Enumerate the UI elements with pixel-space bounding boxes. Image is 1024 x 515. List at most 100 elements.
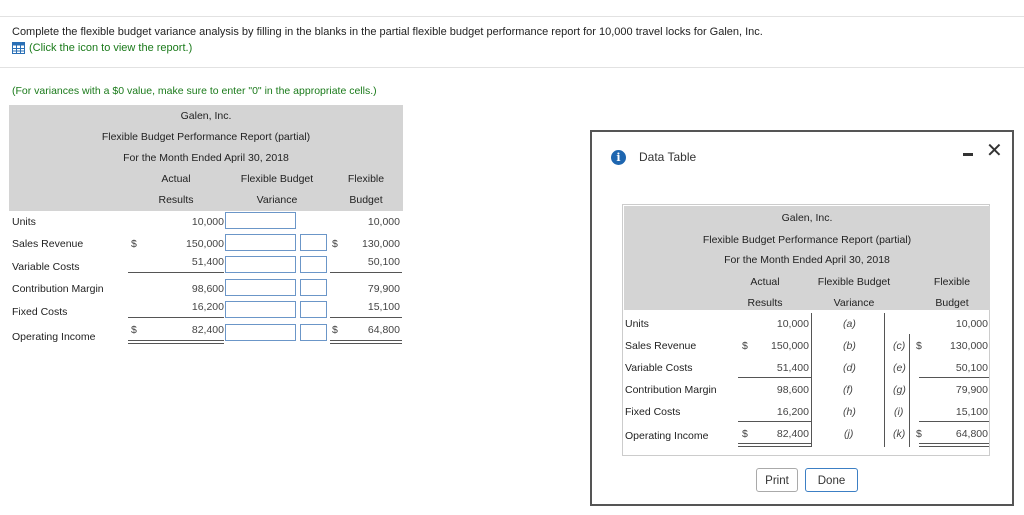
double-underline — [919, 443, 989, 444]
variable-fu-input[interactable] — [300, 256, 327, 273]
actual-variable: 51,400 — [191, 256, 224, 268]
row-label-cm: Contribution Margin — [12, 283, 104, 295]
letter-j: (j) — [844, 428, 854, 440]
view-report-link[interactable]: (Click the icon to view the report.) — [12, 42, 192, 54]
actual-fixed: 16,200 — [191, 301, 224, 313]
actual-units: 10,000 — [191, 216, 224, 228]
dialog-company: Galen, Inc. — [781, 212, 833, 224]
col-fb-2: Budget — [349, 194, 383, 206]
table-icon[interactable] — [12, 42, 25, 54]
double-underline — [128, 343, 224, 344]
letter-h: (h) — [843, 406, 856, 418]
done-button[interactable]: Done — [805, 468, 858, 492]
dialog-col-fb-2: Budget — [935, 297, 969, 309]
budget-oi: 64,800 — [367, 324, 400, 336]
grid-line — [811, 313, 812, 447]
letter-g: (g) — [893, 384, 906, 396]
zero-variance-note: (For variances with a $0 value, make sur… — [12, 85, 377, 97]
row-label-variable: Variable Costs — [12, 261, 80, 273]
dialog-actual-units: 10,000 — [776, 318, 809, 330]
underline — [330, 272, 402, 273]
dialog-row-oi: Operating Income — [625, 430, 709, 442]
dialog-budget-oi: 64,800 — [955, 428, 988, 440]
double-underline — [128, 340, 224, 341]
actual-oi: 82,400 — [191, 324, 224, 336]
close-icon[interactable]: ✕ — [986, 138, 1003, 162]
minimize-icon[interactable] — [963, 153, 973, 156]
letter-a: (a) — [843, 318, 856, 330]
top-divider — [0, 16, 1024, 17]
budget-sales: 130,000 — [362, 238, 400, 250]
section-divider — [0, 67, 1024, 68]
dialog-report-period: For the Month Ended April 30, 2018 — [724, 254, 890, 266]
double-underline — [919, 446, 989, 447]
units-variance-input[interactable] — [225, 212, 296, 229]
dialog-row-units: Units — [625, 318, 649, 330]
info-icon: i — [611, 150, 626, 165]
dialog-budget-sales: 130,000 — [950, 340, 988, 352]
underline — [128, 317, 224, 318]
grid-line — [884, 313, 885, 447]
variable-variance-input[interactable] — [225, 256, 296, 273]
dialog-report-header: Galen, Inc. Flexible Budget Performance … — [624, 206, 990, 310]
oi-fu-input[interactable] — [300, 324, 327, 341]
letter-b: (b) — [843, 340, 856, 352]
dialog-budget-fixed: 15,100 — [955, 406, 988, 418]
question-text: Complete the flexible budget variance an… — [12, 26, 763, 38]
sales-variance-input[interactable] — [225, 234, 296, 251]
double-underline — [330, 340, 402, 341]
underline — [919, 421, 989, 422]
dialog-title: Data Table — [639, 150, 697, 164]
actual-cm: 98,600 — [191, 283, 224, 295]
letter-i: (i) — [894, 406, 904, 418]
dialog-actual-oi: 82,400 — [776, 428, 809, 440]
oi-variance-input[interactable] — [225, 324, 296, 341]
dollar-sign: $ — [916, 340, 922, 352]
dialog-row-sales: Sales Revenue — [625, 340, 697, 352]
dialog-budget-units: 10,000 — [955, 318, 988, 330]
dialog-col-fbv-2: Variance — [833, 297, 875, 309]
underline — [128, 272, 224, 273]
letter-c: (c) — [893, 340, 906, 352]
dialog-row-variable: Variable Costs — [625, 362, 693, 374]
dialog-actual-sales: 150,000 — [771, 340, 809, 352]
row-label-sales: Sales Revenue — [12, 238, 84, 250]
dollar-sign: $ — [916, 428, 922, 440]
cm-variance-input[interactable] — [225, 279, 296, 296]
dialog-col-actual-1: Actual — [750, 276, 780, 288]
letter-k: (k) — [893, 428, 906, 440]
underline — [738, 377, 811, 378]
letter-f: (f) — [843, 384, 853, 396]
view-report-link-label[interactable]: (Click the icon to view the report.) — [29, 42, 192, 54]
fixed-variance-input[interactable] — [225, 301, 296, 318]
dialog-report-title: Flexible Budget Performance Report (part… — [702, 234, 912, 246]
report-period: For the Month Ended April 30, 2018 — [123, 152, 289, 164]
data-table-dialog: i Data Table ✕ Galen, Inc. Flexible Budg… — [590, 130, 1014, 506]
col-fbv-1: Flexible Budget — [240, 173, 314, 185]
double-underline — [738, 443, 811, 444]
dialog-budget-cm: 79,900 — [955, 384, 988, 396]
budget-fixed: 15,100 — [367, 301, 400, 313]
col-fb-1: Flexible — [347, 173, 385, 185]
dialog-actual-fixed: 16,200 — [776, 406, 809, 418]
row-label-oi: Operating Income — [12, 331, 96, 343]
dialog-col-actual-2: Results — [747, 297, 783, 309]
double-underline — [738, 446, 811, 447]
dollar-sign: $ — [131, 238, 137, 250]
underline — [330, 317, 402, 318]
row-label-fixed: Fixed Costs — [12, 306, 68, 318]
dialog-actual-cm: 98,600 — [776, 384, 809, 396]
letter-d: (d) — [843, 362, 856, 374]
dollar-sign: $ — [131, 324, 137, 336]
budget-units: 10,000 — [367, 216, 400, 228]
grid-line — [909, 334, 910, 447]
sales-fu-input[interactable] — [300, 234, 327, 251]
row-label-units: Units — [12, 216, 36, 228]
report-company: Galen, Inc. — [180, 110, 232, 122]
cm-fu-input[interactable] — [300, 279, 327, 296]
print-button[interactable]: Print — [756, 468, 798, 492]
fixed-fu-input[interactable] — [300, 301, 327, 318]
dialog-actual-variable: 51,400 — [776, 362, 809, 374]
report-header: Galen, Inc. Flexible Budget Performance … — [9, 105, 403, 211]
actual-sales: 150,000 — [186, 238, 224, 250]
